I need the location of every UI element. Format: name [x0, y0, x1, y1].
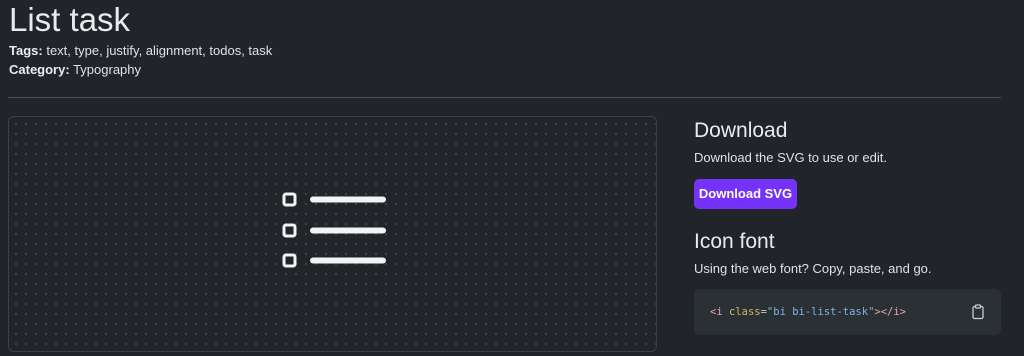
code-open-tag: <i	[710, 306, 723, 318]
download-svg-button[interactable]: Download SVG	[694, 179, 797, 209]
category-value: Typography	[73, 62, 142, 77]
category-label: Category:	[9, 62, 70, 77]
tags-line: Tags: text, type, justify, alignment, to…	[9, 43, 272, 59]
icon-font-heading: Icon font	[694, 230, 775, 253]
page-title: List task	[9, 1, 131, 38]
list-task-icon	[282, 192, 386, 268]
tags-label: Tags:	[9, 43, 43, 58]
tags-value: text, type, justify, alignment, todos, t…	[46, 43, 273, 58]
code-attr: class	[728, 306, 761, 318]
icon-font-code[interactable]: <i class="bi bi-list-task"></i>	[710, 304, 906, 320]
divider	[8, 97, 1001, 98]
code-close-tag: </i>	[880, 306, 907, 318]
download-heading: Download	[694, 119, 788, 142]
category-line: Category: Typography	[9, 62, 141, 78]
download-description: Download the SVG to use or edit.	[694, 150, 887, 165]
icon-font-description: Using the web font? Copy, paste, and go.	[694, 261, 932, 276]
code-value: "bi bi-list-task"	[766, 306, 875, 318]
clipboard-icon[interactable]	[970, 304, 986, 320]
icon-font-code-block: <i class="bi bi-list-task"></i>	[694, 289, 1001, 335]
